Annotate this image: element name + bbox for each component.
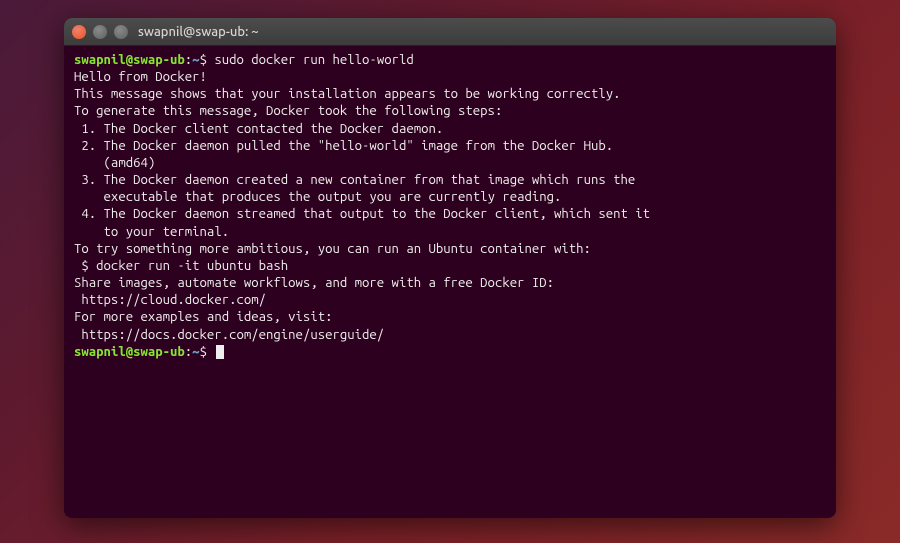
output-line: 3. The Docker daemon created a new conta…	[74, 172, 826, 189]
output-line: Share images, automate workflows, and mo…	[74, 275, 826, 292]
minimize-icon[interactable]	[93, 25, 107, 39]
window-title: swapnil@swap-ub: ~	[128, 25, 828, 39]
output-line: $ docker run -it ubuntu bash	[74, 258, 826, 275]
prompt-line-idle: swapnil@swap-ub:~$	[74, 344, 826, 361]
output-line: To try something more ambitious, you can…	[74, 241, 826, 258]
cursor-icon	[216, 345, 224, 359]
prompt-user-host: swapnil@swap-ub	[74, 53, 185, 67]
output-line: 4. The Docker daemon streamed that outpu…	[74, 206, 826, 223]
output-line: executable that produces the output you …	[74, 189, 826, 206]
prompt-user-host: swapnil@swap-ub	[74, 345, 185, 359]
output-line: For more examples and ideas, visit:	[74, 309, 826, 326]
prompt-symbol: $	[200, 345, 207, 359]
window-controls	[72, 25, 128, 39]
output-line: https://cloud.docker.com/	[74, 292, 826, 309]
terminal-body[interactable]: swapnil@swap-ub:~$ sudo docker run hello…	[64, 46, 836, 518]
prompt-path: ~	[192, 53, 199, 67]
command-text: sudo docker run hello-world	[214, 53, 413, 67]
terminal-window: swapnil@swap-ub: ~ swapnil@swap-ub:~$ su…	[64, 18, 836, 518]
output-line: To generate this message, Docker took th…	[74, 103, 826, 120]
prompt-path: ~	[192, 345, 199, 359]
titlebar[interactable]: swapnil@swap-ub: ~	[64, 18, 836, 46]
close-icon[interactable]	[72, 25, 86, 39]
prompt-symbol: $	[200, 53, 207, 67]
output-line: Hello from Docker!	[74, 69, 826, 86]
output-line: 1. The Docker client contacted the Docke…	[74, 121, 826, 138]
output-line: (amd64)	[74, 155, 826, 172]
prompt-line: swapnil@swap-ub:~$ sudo docker run hello…	[74, 52, 826, 69]
maximize-icon[interactable]	[114, 25, 128, 39]
output-line: https://docs.docker.com/engine/userguide…	[74, 327, 826, 344]
command-output: Hello from Docker!This message shows tha…	[74, 69, 826, 344]
output-line: to your terminal.	[74, 224, 826, 241]
output-line: This message shows that your installatio…	[74, 86, 826, 103]
output-line: 2. The Docker daemon pulled the "hello-w…	[74, 138, 826, 155]
